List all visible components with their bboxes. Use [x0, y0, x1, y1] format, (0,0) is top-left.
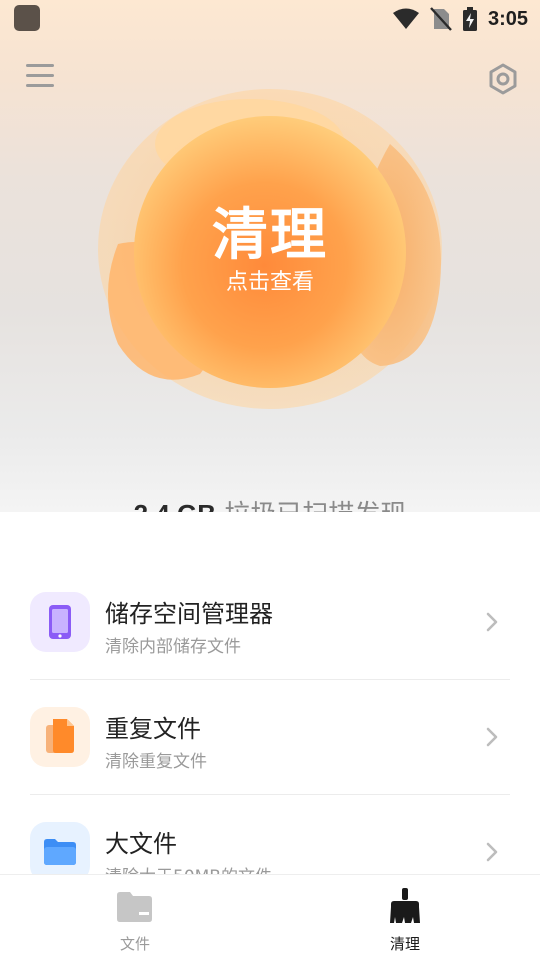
wifi-icon [392, 8, 419, 29]
clock: 3:05 [487, 7, 528, 30]
settings-icon[interactable] [486, 62, 520, 96]
tool-storage-manager[interactable]: 储存空间管理器 清除内部储存文件 [30, 592, 510, 706]
status-bar: 3:05 [0, 0, 540, 40]
junk-size: 2.4 GB [134, 499, 216, 512]
tool-title: 大文件 [105, 830, 177, 858]
chevron-right-icon [486, 842, 498, 862]
hero-section: 3:05 清理 点击查看 [0, 0, 540, 512]
tool-desc: 清除内部储存文件 [105, 637, 241, 657]
tool-title: 储存空间管理器 [105, 600, 273, 628]
divider [30, 794, 510, 795]
tool-duplicate-files[interactable]: 重复文件 清除重复文件 [30, 707, 510, 821]
folder-tab-icon [117, 892, 152, 922]
duplicate-files-icon [30, 707, 90, 767]
bottom-navigation: 文件 清理 [0, 874, 540, 961]
no-sim-icon [430, 7, 452, 31]
broom-icon [390, 888, 420, 923]
chevron-right-icon [486, 727, 498, 747]
tab-clean[interactable]: 清理 [270, 875, 540, 961]
tool-title: 重复文件 [105, 715, 201, 743]
tab-clean-label: 清理 [389, 935, 420, 953]
divider [30, 679, 510, 680]
app-notification-icon [14, 5, 40, 31]
scan-summary: 2.4 GB 垃圾已扫描发现 [0, 494, 540, 512]
folder-icon [30, 822, 90, 882]
clean-orb-button[interactable] [90, 74, 450, 414]
phone-icon [30, 592, 90, 652]
status-icons: 3:05 [392, 6, 528, 32]
junk-label: 垃圾已扫描发现 [224, 500, 406, 512]
battery-charging-icon [462, 7, 477, 31]
tab-files-label: 文件 [119, 935, 150, 953]
chevron-right-icon [486, 612, 498, 632]
menu-icon[interactable] [26, 64, 58, 92]
tool-desc: 清除重复文件 [105, 752, 207, 772]
tab-files[interactable]: 文件 [0, 875, 270, 961]
